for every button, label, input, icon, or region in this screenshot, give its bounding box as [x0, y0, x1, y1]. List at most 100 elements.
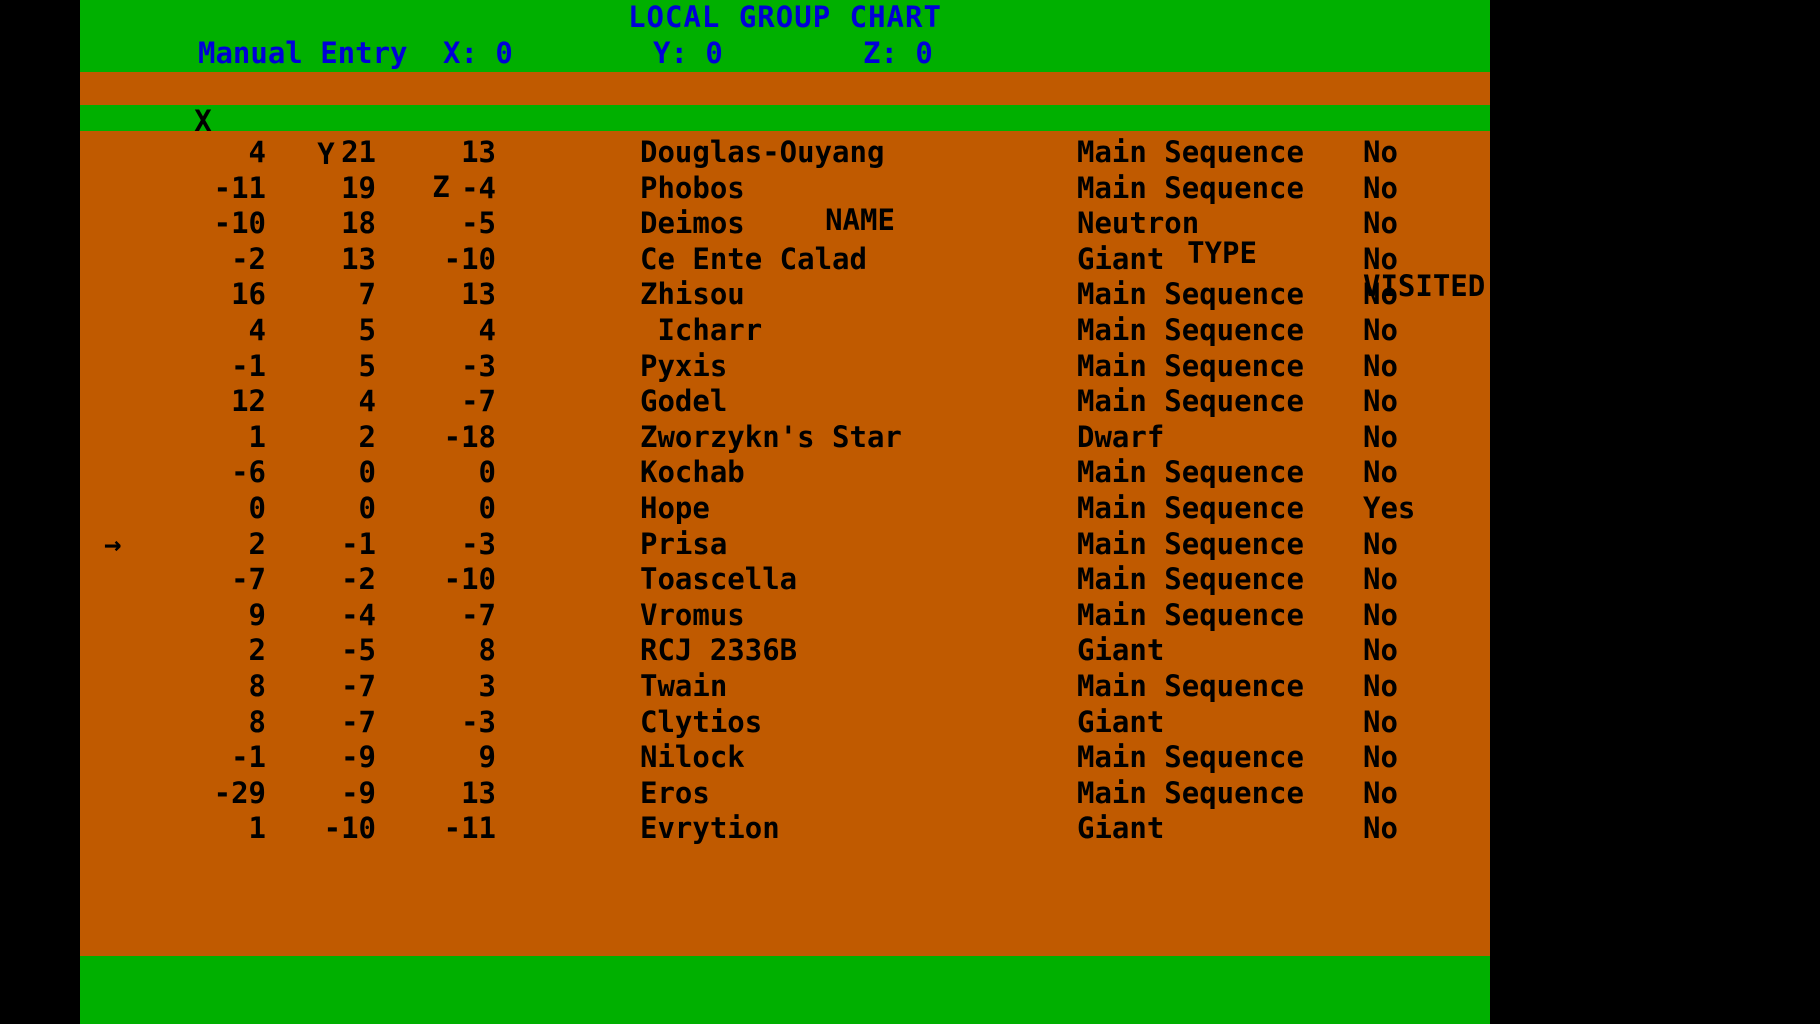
status-line: Manual Entry X: 0 Y: 0 Z: 0	[80, 36, 1490, 70]
cell-type: Main Sequence	[1077, 597, 1304, 632]
cell-y: -4	[341, 597, 376, 632]
cell-name: Eros	[640, 775, 710, 810]
cell-z: 3	[478, 668, 496, 703]
table-row[interactable]: -1 -9 9 Nilock Main Sequence No	[80, 740, 1490, 776]
cell-type: Giant	[1077, 633, 1165, 668]
cell-x: 0	[248, 490, 266, 525]
table-row[interactable]: -2 13 -10 Ce Ente Calad Giant No	[80, 242, 1490, 278]
cell-name: Kochab	[640, 455, 745, 490]
table-row[interactable]: 2 -5 8 RCJ 2336B Giant No	[80, 633, 1490, 669]
table-row[interactable]: 8 -7 -3 Clytios Giant No	[80, 705, 1490, 741]
cell-y: -9	[341, 775, 376, 810]
coord-x-field[interactable]: X: 0	[443, 36, 653, 70]
cell-y: 13	[341, 241, 376, 276]
cell-type: Main Sequence	[1077, 668, 1304, 703]
cell-type: Main Sequence	[1077, 455, 1304, 490]
header-band: LOCAL GROUP CHART Manual Entry X: 0 Y: 0…	[80, 0, 1490, 72]
cell-name: Hope	[640, 490, 710, 525]
table-row[interactable]: → 2 -1 -3 Prisa Main Sequence No	[80, 527, 1490, 563]
cell-x: -1	[231, 348, 266, 383]
cell-visited: No	[1363, 526, 1398, 561]
header-separator	[80, 105, 1490, 131]
cell-y: -5	[341, 633, 376, 668]
table-row[interactable]: -7 -2 -10 Toascella Main Sequence No	[80, 562, 1490, 598]
cell-type: Giant	[1077, 811, 1165, 846]
cell-x: 1	[248, 811, 266, 846]
cell-visited: No	[1363, 704, 1398, 739]
cell-visited: No	[1363, 668, 1398, 703]
table-row[interactable]: -11 19 -4 Phobos Main Sequence No	[80, 171, 1490, 207]
cell-name: Clytios	[640, 704, 763, 739]
cell-name: Zhisou	[640, 277, 745, 312]
cell-type: Dwarf	[1077, 419, 1165, 454]
cell-name: Deimos	[640, 206, 745, 241]
cell-y: 19	[341, 170, 376, 205]
cell-type: Main Sequence	[1077, 277, 1304, 312]
cell-type: Main Sequence	[1077, 526, 1304, 561]
table-row[interactable]: -1 5 -3 Pyxis Main Sequence No	[80, 349, 1490, 385]
cell-z: -7	[461, 597, 496, 632]
cell-name: Godel	[640, 384, 728, 419]
table-row[interactable]: 16 7 13 Zhisou Main Sequence No	[80, 277, 1490, 313]
table-row[interactable]: 12 4 -7 Godel Main Sequence No	[80, 384, 1490, 420]
cell-z: 4	[478, 312, 496, 347]
cell-name: Ce Ente Calad	[640, 241, 867, 276]
coord-y-field[interactable]: Y: 0	[653, 36, 863, 70]
table-row[interactable]: 8 -7 3 Twain Main Sequence No	[80, 669, 1490, 705]
cell-name: RCJ 2336B	[640, 633, 798, 668]
table-row[interactable]: 9 -4 -7 Vromus Main Sequence No	[80, 598, 1490, 634]
table-row[interactable]: 4 5 4 Icharr Main Sequence No	[80, 313, 1490, 349]
cell-z: 0	[478, 455, 496, 490]
cell-x: 8	[248, 704, 266, 739]
cell-type: Main Sequence	[1077, 740, 1304, 775]
cell-type: Main Sequence	[1077, 135, 1304, 169]
cell-type: Neutron	[1077, 206, 1200, 241]
cell-visited: No	[1363, 455, 1398, 490]
table-row[interactable]: 0 0 0 Hope Main Sequence Yes	[80, 491, 1490, 527]
table-row[interactable]: 1 2 -18 Zworzykn's Star Dwarf No	[80, 420, 1490, 456]
cell-name: Vromus	[640, 597, 745, 632]
cell-z: 0	[478, 490, 496, 525]
row-cursor-indicator: →	[104, 526, 122, 561]
table-row[interactable]: -10 18 -5 Deimos Neutron No	[80, 206, 1490, 242]
cell-type: Main Sequence	[1077, 348, 1304, 383]
cell-z: -3	[461, 348, 496, 383]
table-row[interactable]: 4 21 13 Douglas-Ouyang Main Sequence No	[80, 135, 1490, 171]
cell-z: -11	[443, 811, 496, 846]
cell-y: -1	[341, 526, 376, 561]
cell-y: -7	[341, 704, 376, 739]
table-row[interactable]: -6 0 0 Kochab Main Sequence No	[80, 455, 1490, 491]
cell-y: -2	[341, 562, 376, 597]
cell-x: -1	[231, 740, 266, 775]
cell-z: -3	[461, 526, 496, 561]
cell-x: -2	[231, 241, 266, 276]
cell-z: -18	[443, 419, 496, 454]
cell-name: Evrytion	[640, 811, 780, 846]
cell-x: 2	[248, 633, 266, 668]
manual-entry-mode-label[interactable]: Manual Entry	[198, 36, 443, 70]
cell-x: -29	[213, 775, 266, 810]
cell-name: Toascella	[640, 562, 798, 597]
cell-y: 21	[341, 135, 376, 169]
cell-type: Main Sequence	[1077, 384, 1304, 419]
cell-visited: No	[1363, 277, 1398, 312]
column-header-x[interactable]: X	[140, 105, 266, 138]
cell-z: -4	[461, 170, 496, 205]
page-title: LOCAL GROUP CHART	[628, 0, 942, 34]
cell-y: 5	[358, 348, 376, 383]
cell-z: -10	[443, 562, 496, 597]
table-row[interactable]: -29 -9 13 Eros Main Sequence No	[80, 776, 1490, 812]
cell-x: -10	[213, 206, 266, 241]
terminal-screen: LOCAL GROUP CHART Manual Entry X: 0 Y: 0…	[0, 0, 1820, 1024]
cell-visited: No	[1363, 419, 1398, 454]
cell-visited: No	[1363, 312, 1398, 347]
cell-x: 9	[248, 597, 266, 632]
coord-z-field[interactable]: Z: 0	[863, 36, 1073, 70]
table-row[interactable]: 1 -10 -11 Evrytion Giant No	[80, 811, 1490, 847]
cell-visited: No	[1363, 135, 1398, 169]
cell-type: Main Sequence	[1077, 775, 1304, 810]
cell-y: 7	[358, 277, 376, 312]
cell-y: 2	[358, 419, 376, 454]
cell-visited: No	[1363, 241, 1398, 276]
cell-z: -7	[461, 384, 496, 419]
